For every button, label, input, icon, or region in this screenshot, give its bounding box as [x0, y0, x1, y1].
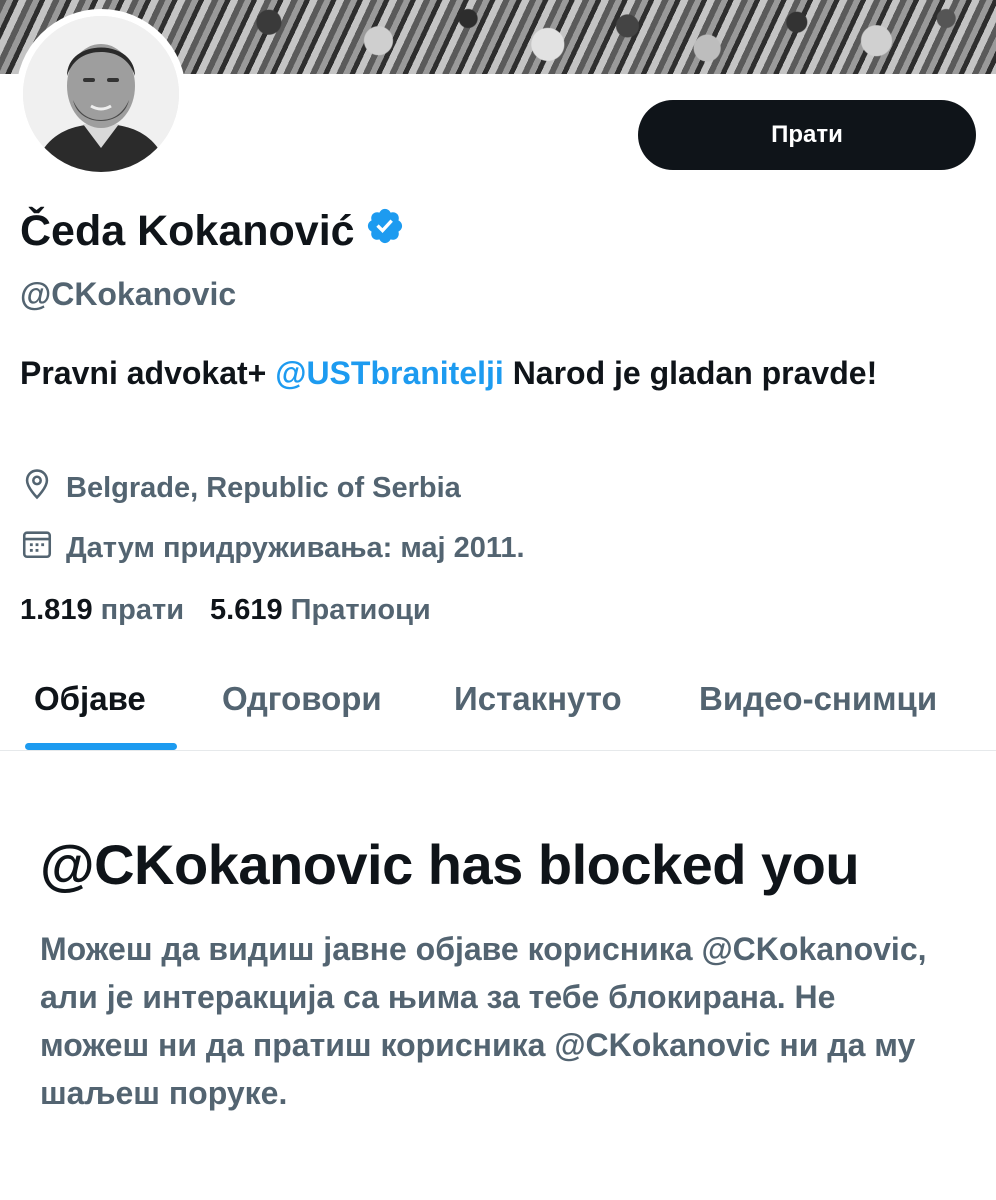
profile-bio: Pravni advokat+ @USTbranitelji Narod je …	[20, 348, 960, 398]
location-text: Belgrade, Republic of Serbia	[66, 471, 461, 504]
profile-handle: @CKokanovic	[20, 276, 237, 312]
tab-highlights[interactable]: Истакнуто	[454, 680, 622, 718]
followers-count: 5.619	[210, 594, 283, 626]
following-link[interactable]: 1.819 прати	[20, 594, 184, 627]
avatar[interactable]	[23, 16, 179, 172]
bio-text: Pravni advokat+	[20, 355, 276, 391]
location-pin-icon	[20, 467, 54, 509]
followers-link[interactable]: 5.619 Пратиоци	[210, 594, 431, 627]
avatar-photo	[23, 16, 179, 172]
tab-videos[interactable]: Видео-снимци	[699, 680, 937, 718]
bio-text-continued: Narod je gladan pravde!	[503, 355, 878, 391]
profile-name-row: Čeda Kokanović	[20, 206, 405, 257]
display-name: Čeda Kokanović	[20, 207, 355, 255]
profile-join-date: Датум придруживања: мај 2011.	[20, 527, 525, 569]
tab-replies[interactable]: Одговори	[222, 680, 382, 718]
followers-label: Пратиоци	[290, 594, 431, 626]
blocked-notice-message: Можеш да видиш јавне објаве корисника @C…	[40, 931, 927, 1111]
join-date-text: Датум придруживања: мај 2011.	[66, 531, 525, 564]
profile-tabs: Објаве Одговори Истакнуто Видео-снимци	[0, 660, 996, 751]
tab-posts[interactable]: Објаве	[34, 680, 146, 718]
calendar-icon	[20, 527, 54, 569]
profile-location: Belgrade, Republic of Serbia	[20, 467, 461, 509]
active-tab-indicator	[25, 743, 177, 750]
bio-mention-link[interactable]: @USTbranitelji	[275, 355, 504, 391]
profile-stats: 1.819 прати 5.619 Пратиоци	[20, 594, 431, 627]
following-label: прати	[100, 594, 185, 626]
blocked-notice-title: @CKokanovic has blocked you	[40, 833, 860, 896]
following-count: 1.819	[20, 594, 93, 626]
follow-button[interactable]: Прати	[638, 100, 976, 170]
verified-badge-icon	[365, 206, 405, 257]
